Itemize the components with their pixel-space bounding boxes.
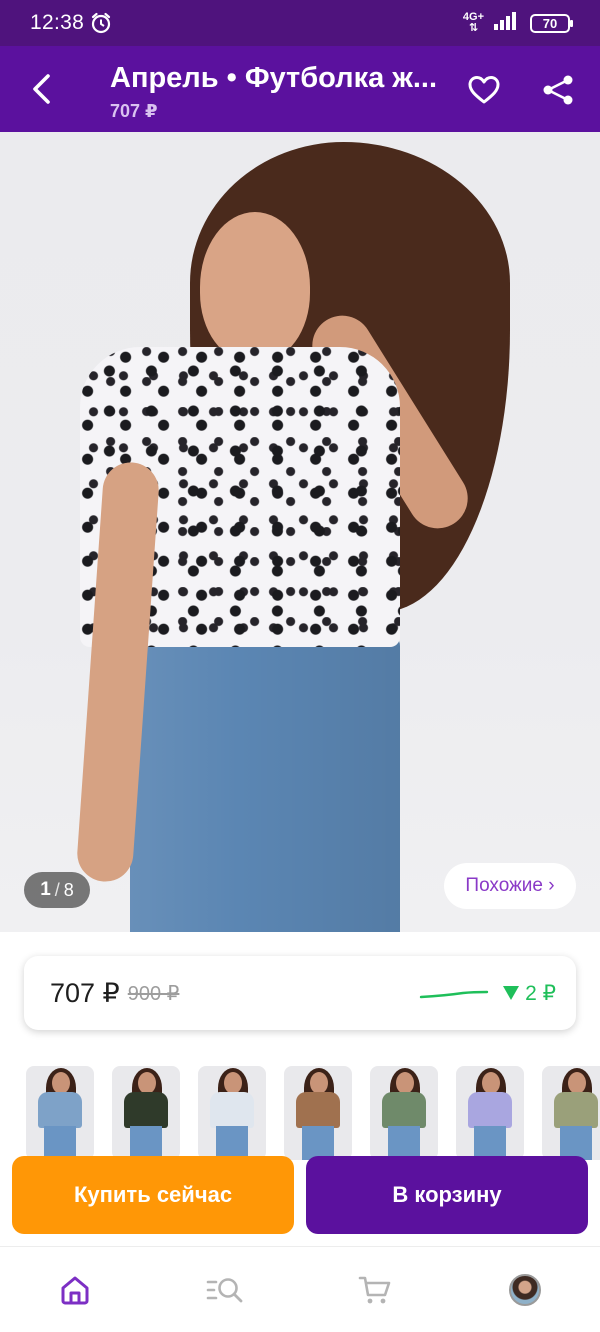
add-to-cart-button[interactable]: В корзину <box>306 1156 588 1234</box>
app-header: Апрель • Футболка ж... 707 ₽ <box>0 46 600 132</box>
status-bar: 12:38 4G+ ⇅ 70 <box>0 0 600 46</box>
price-trend: 2 ₽ <box>419 981 556 1006</box>
share-button[interactable] <box>538 70 578 110</box>
triangle-down-icon <box>503 986 520 1000</box>
similar-products-button[interactable]: Похожие › <box>444 863 576 909</box>
nav-item-profile[interactable] <box>450 1247 600 1332</box>
image-counter: 1 / 8 <box>24 872 90 908</box>
bottom-navigation <box>0 1246 600 1332</box>
variant-shirt <box>296 1092 340 1128</box>
variant-shirt <box>382 1092 426 1128</box>
variant-jeans <box>130 1126 162 1160</box>
variant-face <box>138 1072 156 1094</box>
product-screen: 12:38 4G+ ⇅ 70 Апрель • Футболка ж... 70… <box>0 0 600 1332</box>
network-activity: ⇅ <box>468 22 479 34</box>
product-image[interactable]: 1 / 8 Похожие › <box>0 132 600 932</box>
current-price: 707 ₽ <box>50 977 120 1008</box>
variant-thumbnail[interactable] <box>370 1066 438 1160</box>
header-price: 707 ₽ <box>110 101 158 121</box>
price-card[interactable]: 707 ₽ 900 ₽ 2 ₽ <box>24 956 576 1030</box>
nav-item-catalog[interactable] <box>150 1247 300 1332</box>
variant-jeans <box>216 1126 248 1160</box>
variant-thumbnail[interactable] <box>26 1066 94 1160</box>
heart-icon <box>468 76 500 104</box>
favorite-button[interactable] <box>464 70 504 110</box>
battery-icon: 70 <box>530 13 573 33</box>
alarm-clock-icon <box>90 12 112 34</box>
variant-strip <box>0 1066 600 1162</box>
variant-face <box>482 1072 500 1094</box>
variant-jeans <box>474 1126 506 1160</box>
variant-face <box>396 1072 414 1094</box>
variant-jeans <box>388 1126 420 1160</box>
battery-level: 70 <box>542 15 558 31</box>
signal-icon <box>494 11 520 35</box>
back-arrow-icon <box>33 74 50 104</box>
buy-now-button[interactable]: Купить сейчас <box>12 1156 294 1234</box>
variant-shirt <box>210 1092 254 1128</box>
variant-shirt <box>38 1092 82 1128</box>
share-icon <box>543 75 573 105</box>
catalog-search-icon <box>206 1277 243 1302</box>
variant-thumbnail[interactable] <box>456 1066 524 1160</box>
back-button[interactable] <box>22 67 62 111</box>
nav-item-cart[interactable] <box>300 1247 450 1332</box>
variant-thumbnail[interactable] <box>112 1066 180 1160</box>
variant-thumbnail[interactable] <box>284 1066 352 1160</box>
price-drop: 2 ₽ <box>503 981 556 1006</box>
cart-icon <box>358 1276 391 1303</box>
image-counter-separator: / <box>54 879 60 900</box>
variant-face <box>310 1072 328 1094</box>
variant-jeans <box>44 1126 76 1160</box>
price-trend-line-icon <box>419 990 489 999</box>
image-counter-total: 8 <box>63 879 74 900</box>
variant-jeans <box>560 1126 592 1160</box>
status-indicators: 4G+ ⇅ 70 <box>463 11 573 35</box>
variant-face <box>52 1072 70 1094</box>
old-price: 900 ₽ <box>127 982 180 1005</box>
home-icon <box>61 1276 89 1304</box>
product-title: Апрель • Футболка ж... <box>110 62 438 94</box>
model-face <box>200 212 310 362</box>
nav-item-home[interactable] <box>0 1247 150 1332</box>
profile-avatar <box>509 1273 541 1306</box>
model-jeans <box>130 632 400 932</box>
network-indicator: 4G+ ⇅ <box>463 12 484 34</box>
variant-face <box>568 1072 586 1094</box>
variant-thumbnail[interactable] <box>198 1066 266 1160</box>
variant-thumbnail[interactable] <box>542 1066 600 1160</box>
variant-shirt <box>468 1092 512 1128</box>
variant-shirt <box>124 1092 168 1128</box>
variant-shirt <box>554 1092 598 1128</box>
status-time: 12:38 <box>30 11 85 34</box>
price-drop-value: 2 ₽ <box>525 981 556 1005</box>
image-counter-current: 1 <box>40 879 51 900</box>
variant-face <box>224 1072 242 1094</box>
variant-jeans <box>302 1126 334 1160</box>
